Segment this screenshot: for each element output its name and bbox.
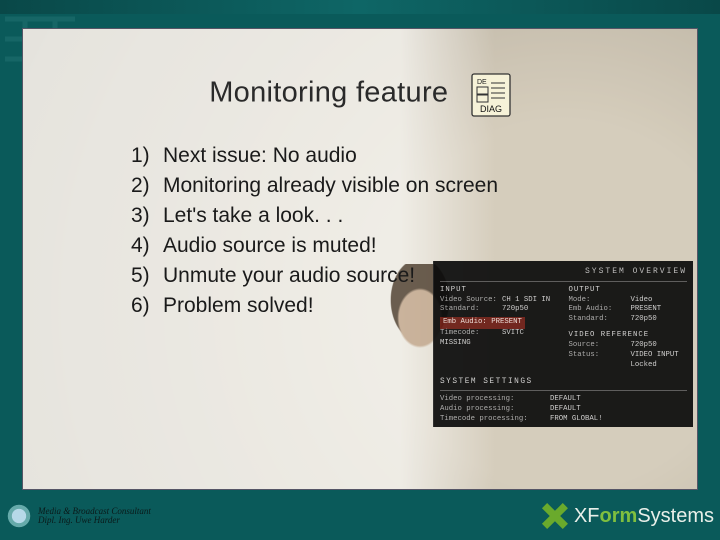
list-item: 4)Audio source is muted! <box>131 231 498 261</box>
overlay-system-head: SYSTEM SETTINGS <box>440 377 687 388</box>
diag-icon: DE DIAG <box>471 73 511 122</box>
list-item: 1)Next issue: No audio <box>131 141 498 171</box>
overlay-input-head: INPUT <box>440 286 559 296</box>
list-item: 2)Monitoring already visible on screen <box>131 171 498 201</box>
monitor-overlay: SYSTEM OVERVIEW INPUT Video Source:CH 1 … <box>433 261 693 427</box>
slide-body: Monitoring feature DE DIAG 1)Next issue:… <box>22 28 698 490</box>
svg-text:DE: DE <box>477 79 487 86</box>
footer-credit: Media & Broadcast Consultant Dipl. Ing. … <box>38 507 151 526</box>
list-item-text: Let's take a look. . . <box>163 204 343 227</box>
overlay-output-head: OUTPUT <box>569 286 688 296</box>
overlay-heading: SYSTEM OVERVIEW <box>440 267 687 278</box>
overlay-videoref-head: VIDEO REFERENCE <box>569 331 688 341</box>
list-item-text: Unmute your audio source! <box>163 264 415 287</box>
brand-logo: XFormSystems <box>542 503 714 529</box>
brand-x-icon <box>542 503 568 529</box>
window-top-stripe <box>0 0 720 14</box>
list-item-text: Monitoring already visible on screen <box>163 174 498 197</box>
list-item-text: Problem solved! <box>163 294 314 317</box>
overlay-emb-audio-alert: Emb Audio: PRESENT <box>440 317 525 329</box>
footer: Media & Broadcast Consultant Dipl. Ing. … <box>6 496 714 536</box>
footer-logo-icon <box>6 503 32 529</box>
slide-title: Monitoring feature <box>209 77 448 109</box>
list-item-text: Next issue: No audio <box>163 144 357 167</box>
svg-text:DIAG: DIAG <box>480 104 502 114</box>
list-item-text: Audio source is muted! <box>163 234 377 257</box>
list-item: 3)Let's take a look. . . <box>131 201 498 231</box>
